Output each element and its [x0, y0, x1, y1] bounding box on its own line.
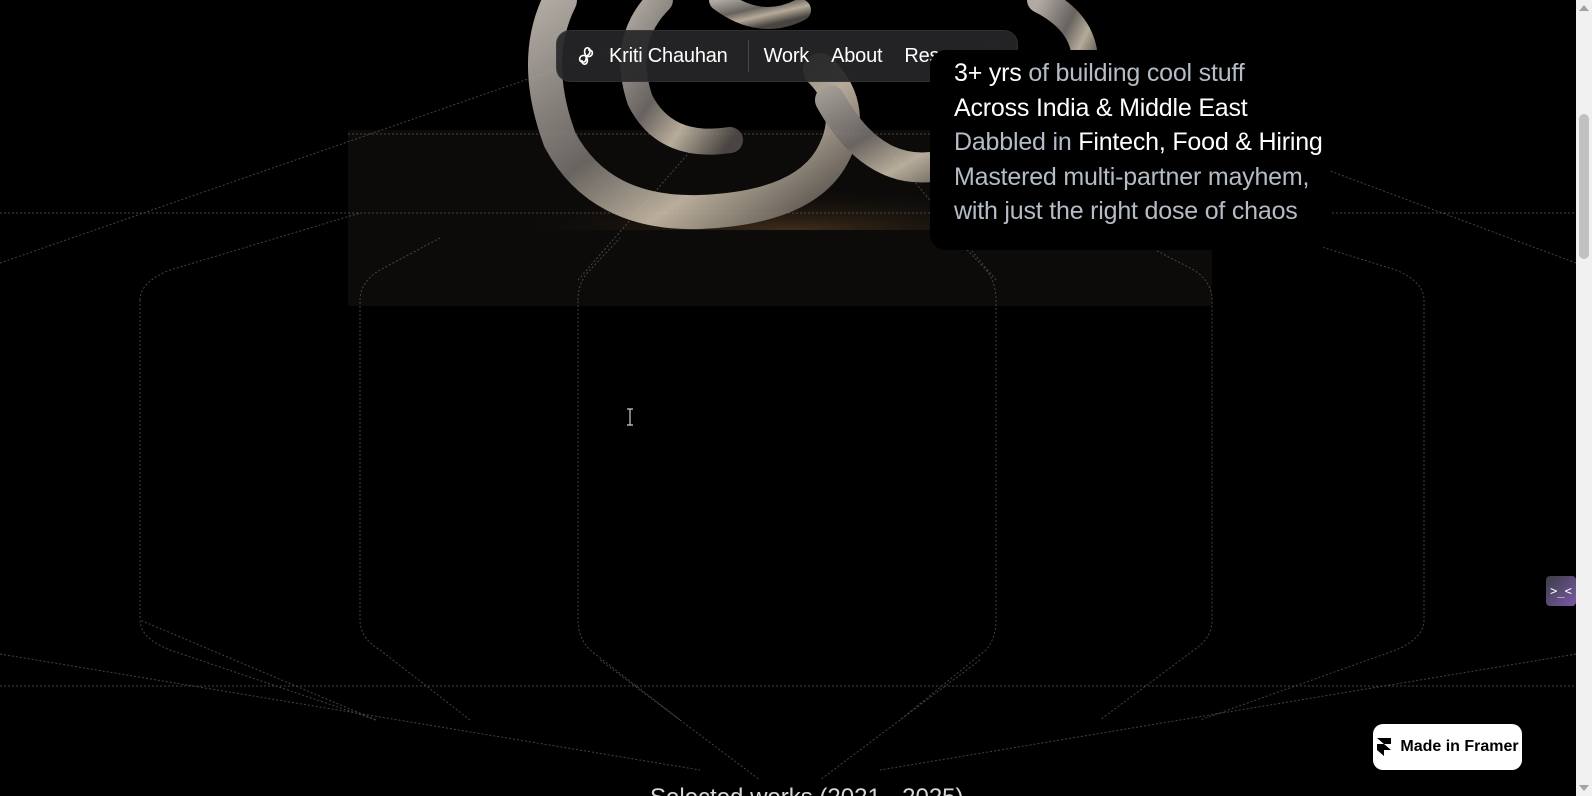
wireframe-background: [0, 0, 1576, 781]
text-cursor-icon: [627, 408, 633, 426]
vertical-scrollbar[interactable]: [1576, 0, 1592, 796]
hero-section: Kriti Chauhan Work About Resume 3+ yrs o…: [0, 0, 1576, 796]
region-text: Across India & Middle East: [954, 93, 1248, 122]
years-highlight: 3+ yrs: [954, 59, 1022, 87]
dev-tools-icon[interactable]: >_<: [1546, 576, 1576, 606]
experience-line-region: Across India & Middle East: [954, 91, 1306, 126]
section-heading: Selected works (2021 - 2025): [650, 784, 964, 796]
scroll-down-arrow-icon[interactable]: [1576, 780, 1592, 796]
nav-link-about[interactable]: About: [820, 45, 893, 68]
made-in-framer-badge[interactable]: Made in Framer: [1373, 724, 1522, 770]
dev-tools-label: >_<: [1550, 584, 1572, 598]
experience-line-domains: Dabbled in Fintech, Food & Hiring: [954, 125, 1323, 160]
framer-flower-icon: [578, 47, 594, 65]
years-text: of building cool stuff: [1021, 59, 1245, 87]
nav-link-work[interactable]: Work: [753, 45, 821, 68]
badge-label: Made in Framer: [1400, 738, 1519, 755]
framer-logo-icon: [1377, 738, 1392, 756]
scrollbar-thumb[interactable]: [1579, 114, 1589, 259]
experience-line-chaos: with just the right dose of chaos: [954, 197, 1298, 225]
experience-card: 3+ yrs of building cool stuff Across Ind…: [930, 50, 1330, 250]
brand-name: Kriti Chauhan: [609, 44, 728, 67]
experience-line-partners: Mastered multi-partner mayhem,: [954, 162, 1310, 191]
experience-line-years: 3+ yrs of building cool stuff: [954, 56, 1306, 91]
domains-prefix: Dabbled in: [954, 128, 1079, 156]
domains-highlight: Fintech, Food & Hiring: [1078, 128, 1323, 156]
scroll-up-arrow-icon[interactable]: [1576, 0, 1592, 16]
brand-logo[interactable]: Kriti Chauhan: [573, 40, 749, 72]
